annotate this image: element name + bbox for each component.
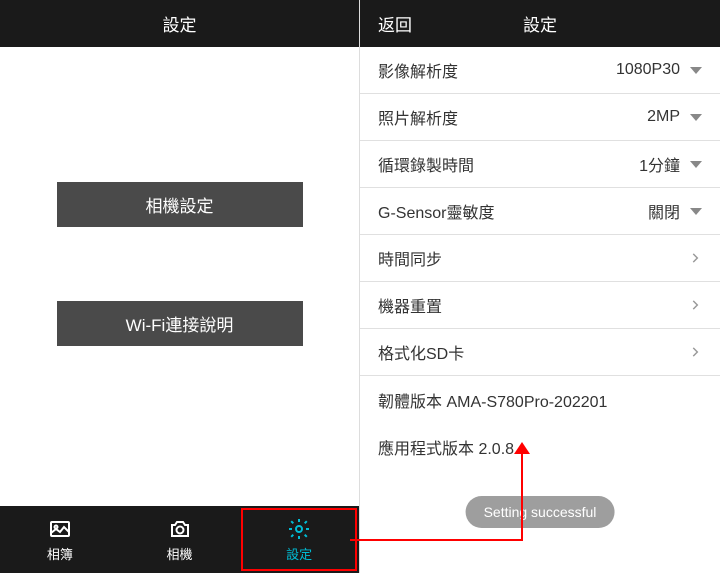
- row-photo-resolution[interactable]: 照片解析度 2MP: [360, 94, 720, 141]
- annotation-arrowhead: [514, 442, 530, 454]
- album-icon: [48, 517, 72, 541]
- camera-settings-button[interactable]: 相機設定: [57, 182, 303, 227]
- dropdown-icon: [690, 161, 702, 168]
- row-reset[interactable]: 機器重置: [360, 282, 720, 329]
- left-title: 設定: [163, 11, 197, 36]
- wifi-help-button[interactable]: Wi-Fi連接說明: [57, 301, 303, 346]
- chevron-right-icon: [688, 345, 702, 359]
- annotation-arrow-v: [521, 452, 523, 541]
- row-app-version: 應用程式版本 2.0.8: [360, 423, 720, 470]
- right-title: 設定: [523, 11, 557, 36]
- row-firmware: 韌體版本 AMA-S780Pro-202201: [360, 376, 720, 423]
- tab-settings[interactable]: 設定: [239, 506, 359, 573]
- chevron-right-icon: [688, 251, 702, 265]
- gear-icon: [287, 517, 311, 541]
- row-loop-time[interactable]: 循環錄製時間 1分鐘: [360, 141, 720, 188]
- annotation-arrow-h: [350, 539, 523, 541]
- row-video-resolution[interactable]: 影像解析度 1080P30: [360, 47, 720, 94]
- tab-bar: 相簿 相機 設定: [0, 506, 359, 573]
- row-format-sd[interactable]: 格式化SD卡: [360, 329, 720, 376]
- back-button[interactable]: 返回: [378, 11, 412, 36]
- tab-camera[interactable]: 相機: [120, 506, 240, 573]
- tab-album[interactable]: 相簿: [0, 506, 120, 573]
- dropdown-icon: [690, 114, 702, 121]
- left-header: 設定: [0, 0, 359, 47]
- right-header: 返回 設定: [360, 0, 720, 47]
- dropdown-icon: [690, 67, 702, 74]
- dropdown-icon: [690, 208, 702, 215]
- chevron-right-icon: [688, 298, 702, 312]
- row-gsensor[interactable]: G-Sensor靈敏度 關閉: [360, 188, 720, 235]
- row-time-sync[interactable]: 時間同步: [360, 235, 720, 282]
- toast-message: Setting successful: [466, 496, 615, 528]
- camera-icon: [168, 517, 192, 541]
